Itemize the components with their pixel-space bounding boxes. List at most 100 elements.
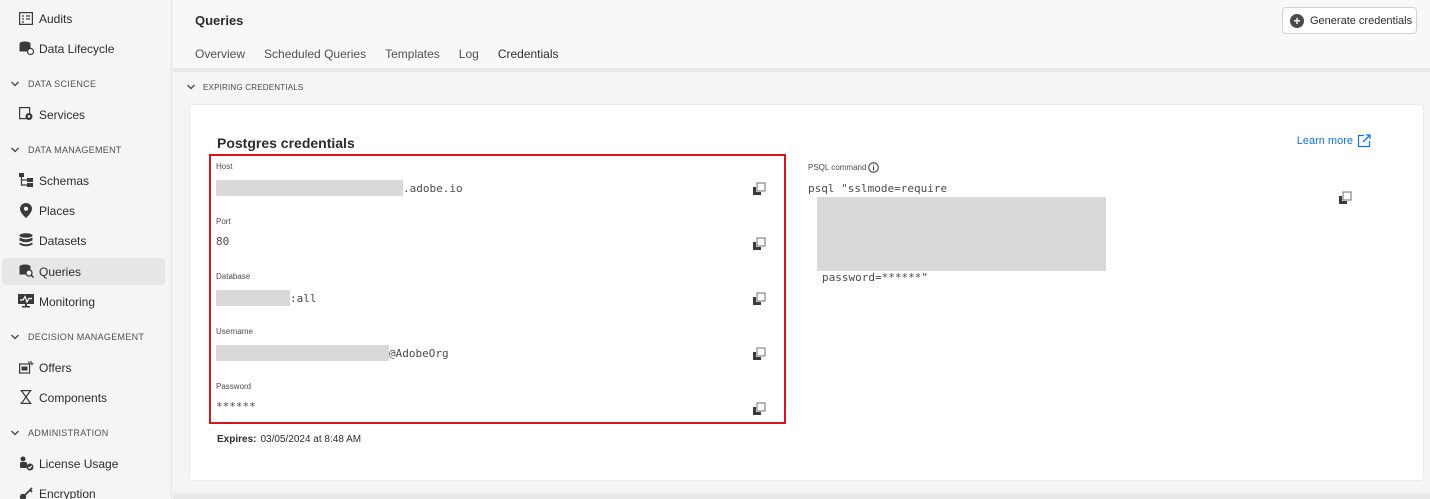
sidebar-item-label: Places xyxy=(39,203,76,218)
sidebar-item-data-lifecycle[interactable]: Data Lifecycle xyxy=(2,35,165,62)
sidebar: Audits Data Lifecycle DATA SCIENCE Servi… xyxy=(0,0,172,499)
offers-icon xyxy=(18,359,34,375)
psql-command-start: psql "sslmode=require xyxy=(808,182,948,195)
host-value: .adobe.io xyxy=(216,180,463,196)
sidebar-item-schemas[interactable]: Schemas xyxy=(2,167,165,194)
services-icon xyxy=(18,106,34,122)
section-data-science[interactable]: DATA SCIENCE xyxy=(10,77,96,91)
psql-label-text: PSQL command xyxy=(808,163,867,172)
datasets-icon xyxy=(18,232,34,248)
host-value-text: .adobe.io xyxy=(403,181,463,195)
sidebar-item-label: Data Lifecycle xyxy=(39,41,115,56)
sidebar-item-license-usage[interactable]: License Usage xyxy=(2,450,165,477)
expires-value: 03/05/2024 at 8:48 AM xyxy=(260,434,362,445)
sidebar-item-label: Datasets xyxy=(39,233,87,248)
tab-log[interactable]: Log xyxy=(459,47,479,67)
password-field: Password ****** xyxy=(216,382,776,415)
database-value: :all xyxy=(216,290,317,306)
database-value-text: :all xyxy=(290,291,317,305)
generate-credentials-label: Generate credentials xyxy=(1310,14,1413,27)
psql-command-label: PSQL command xyxy=(808,162,880,173)
sidebar-item-components[interactable]: Components xyxy=(2,384,165,411)
section-label: DATA SCIENCE xyxy=(28,79,97,89)
username-label: Username xyxy=(216,327,253,336)
sidebar-item-label: Encryption xyxy=(39,486,96,499)
copy-icon[interactable] xyxy=(752,347,766,361)
sidebar-item-label: Components xyxy=(39,390,108,405)
learn-more-link[interactable]: Learn more xyxy=(1297,134,1371,148)
sidebar-item-label: Services xyxy=(39,107,86,122)
redacted-block xyxy=(216,180,403,196)
copy-icon[interactable] xyxy=(1338,191,1352,205)
redacted-block xyxy=(216,290,290,306)
expiring-credentials-toggle[interactable]: EXPIRING CREDENTIALS xyxy=(186,82,303,92)
sidebar-item-audits[interactable]: Audits xyxy=(2,5,165,32)
info-icon[interactable] xyxy=(868,162,880,173)
expiring-credentials-label: EXPIRING CREDENTIALS xyxy=(203,82,304,92)
tab-templates[interactable]: Templates xyxy=(385,47,440,67)
monitoring-icon xyxy=(18,293,34,309)
sidebar-item-datasets[interactable]: Datasets xyxy=(2,227,165,254)
components-icon xyxy=(18,389,34,405)
copy-icon[interactable] xyxy=(752,292,766,306)
password-label: Password xyxy=(216,382,252,391)
places-icon xyxy=(18,202,34,218)
sidebar-item-services[interactable]: Services xyxy=(2,101,165,128)
redacted-block xyxy=(216,345,389,361)
username-value: @AdobeOrg xyxy=(216,345,449,361)
copy-icon[interactable] xyxy=(752,402,766,416)
chevron-down-icon xyxy=(10,81,20,87)
page-header: Queries + Generate credentials Overview … xyxy=(173,0,1430,70)
sidebar-item-places[interactable]: Places xyxy=(2,197,165,224)
redacted-block xyxy=(817,197,1106,271)
section-label: ADMINISTRATION xyxy=(28,428,109,438)
sidebar-item-encryption[interactable]: Encryption xyxy=(2,480,165,499)
sidebar-item-label: License Usage xyxy=(39,456,119,471)
tab-overview[interactable]: Overview xyxy=(195,47,245,67)
tab-bar: Overview Scheduled Queries Templates Log… xyxy=(195,47,578,70)
chevron-down-icon xyxy=(10,147,20,153)
copy-icon[interactable] xyxy=(752,182,766,196)
data-lifecycle-icon xyxy=(18,40,34,56)
plus-circle-icon: + xyxy=(1290,13,1304,28)
database-field: Database :all xyxy=(216,272,776,306)
header-divider xyxy=(173,68,1430,72)
host-field: Host .adobe.io xyxy=(216,162,776,196)
section-label: DATA MANAGEMENT xyxy=(28,145,122,155)
expires-info: Expires: 03/05/2024 at 8:48 AM xyxy=(217,434,361,445)
section-administration[interactable]: ADMINISTRATION xyxy=(10,426,109,440)
generate-credentials-button[interactable]: + Generate credentials xyxy=(1282,7,1417,34)
page-title: Queries xyxy=(195,13,244,28)
sidebar-item-label: Queries xyxy=(39,264,82,279)
schemas-icon xyxy=(18,172,34,188)
sidebar-item-queries[interactable]: Queries xyxy=(2,258,165,285)
port-label: Port xyxy=(216,217,231,226)
sidebar-item-label: Schemas xyxy=(39,173,90,188)
main-content: Queries + Generate credentials Overview … xyxy=(173,0,1430,499)
sidebar-item-label: Offers xyxy=(39,360,72,375)
database-label: Database xyxy=(216,272,251,281)
chevron-down-icon xyxy=(10,334,20,340)
tab-scheduled-queries[interactable]: Scheduled Queries xyxy=(264,47,366,67)
username-field: Username @AdobeOrg xyxy=(216,327,776,361)
port-value: 80 xyxy=(216,235,230,248)
sidebar-item-label: Audits xyxy=(39,11,73,26)
section-decision-management[interactable]: DECISION MANAGEMENT xyxy=(10,330,144,344)
encryption-icon xyxy=(18,485,34,499)
audits-icon xyxy=(18,10,34,26)
sidebar-item-label: Monitoring xyxy=(39,294,96,309)
section-data-management[interactable]: DATA MANAGEMENT xyxy=(10,143,122,157)
bottom-divider xyxy=(173,493,1430,499)
password-value: ****** xyxy=(216,400,256,413)
chevron-down-icon xyxy=(10,430,20,436)
expires-label: Expires: xyxy=(217,434,257,445)
tab-credentials[interactable]: Credentials xyxy=(497,47,559,70)
section-label: DECISION MANAGEMENT xyxy=(28,332,145,342)
sidebar-item-offers[interactable]: Offers xyxy=(2,354,165,381)
learn-more-label: Learn more xyxy=(1296,135,1353,147)
queries-icon xyxy=(18,263,34,279)
copy-icon[interactable] xyxy=(752,237,766,251)
card-title: Postgres credentials xyxy=(217,135,355,151)
license-usage-icon xyxy=(18,455,34,471)
sidebar-item-monitoring[interactable]: Monitoring xyxy=(2,288,165,315)
